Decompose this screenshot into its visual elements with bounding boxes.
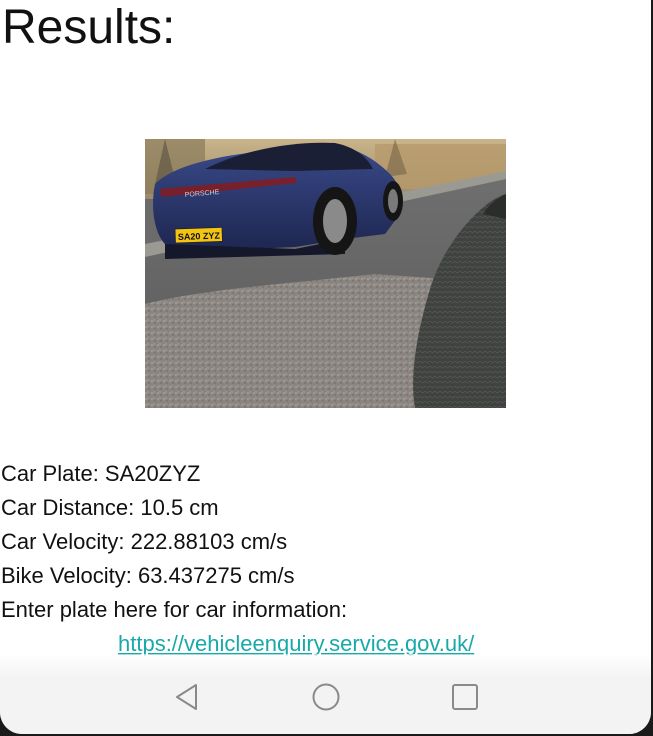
navigation-bar — [0, 668, 651, 724]
recent-apps-square-icon — [452, 684, 478, 710]
car-plate-text: Car Plate: SA20ZYZ — [1, 461, 201, 486]
home-circle-icon — [312, 683, 340, 711]
car-distance-text: Car Distance: 10.5 cm — [1, 495, 219, 520]
results-list: Car Plate: SA20ZYZ Car Distance: 10.5 cm… — [1, 457, 641, 627]
back-button[interactable] — [172, 682, 202, 712]
car-photo-illustration: PORSCHE SA20 ZYZ — [145, 139, 506, 408]
back-triangle-icon — [176, 684, 197, 710]
car-photo: PORSCHE SA20 ZYZ — [145, 139, 506, 408]
license-plate-text: SA20 ZYZ — [178, 231, 221, 242]
home-button[interactable] — [311, 682, 341, 712]
recent-apps-button[interactable] — [450, 682, 480, 712]
bike-velocity-text: Bike Velocity: 63.437275 cm/s — [1, 563, 295, 588]
car-velocity-text: Car Velocity: 222.88103 cm/s — [1, 529, 288, 554]
results-screen: Results: PORSCHE SA20 ZYZ Car Plate: SA2… — [0, 0, 651, 734]
enter-plate-prompt: Enter plate here for car information: — [1, 597, 348, 622]
page-title: Results: — [2, 1, 176, 54]
